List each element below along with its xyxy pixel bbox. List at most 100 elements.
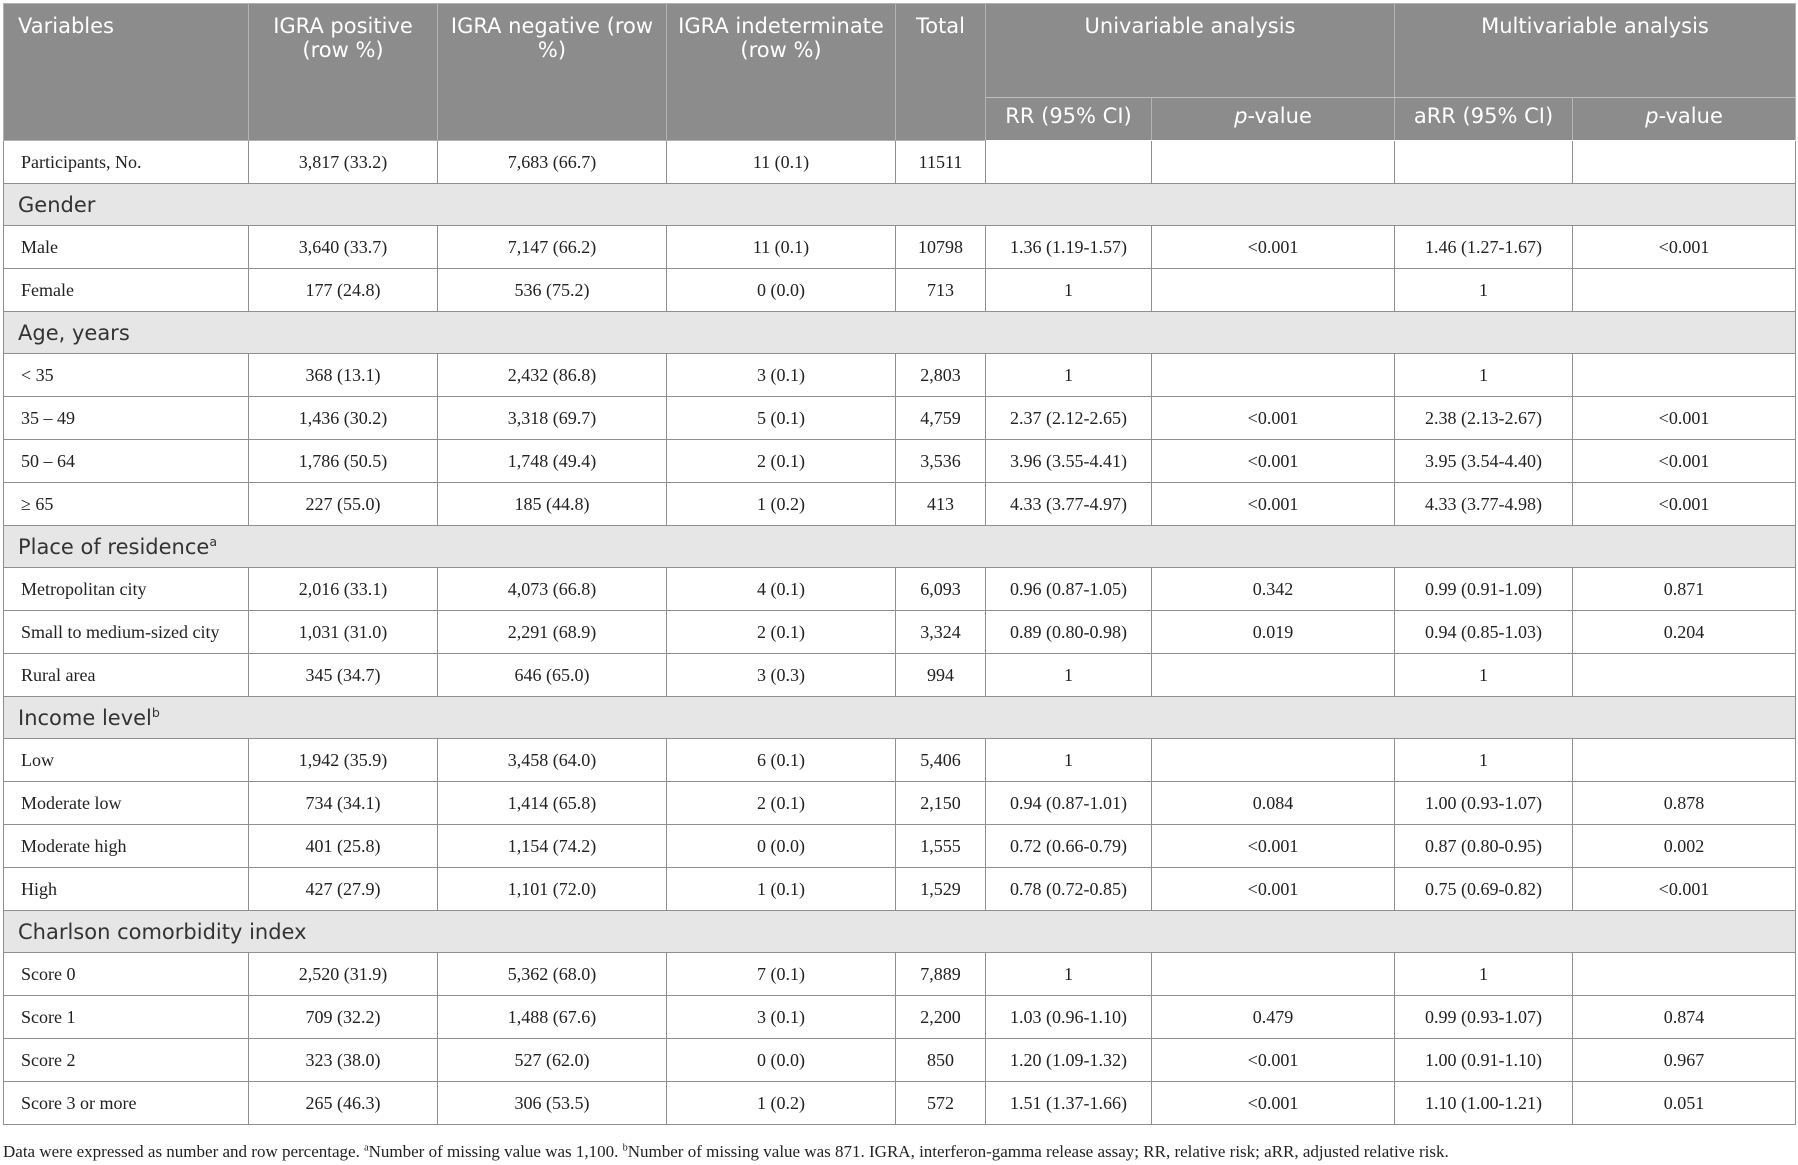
cell-igra-positive: 227 (55.0) <box>248 482 438 526</box>
section-title: Age, years <box>3 311 1796 354</box>
section-header-row: Charlson comorbidity index <box>3 910 1796 953</box>
cell-multivariable-pvalue <box>1572 738 1796 782</box>
row-label: Score 2 <box>3 1038 249 1082</box>
header-pvalue-suffix: -value <box>1247 104 1312 128</box>
cell-igra-positive: 734 (34.1) <box>248 781 438 825</box>
table-row: Score 3 or more 265 (46.3) 306 (53.5) 1 (0.… <box>3 1081 1796 1125</box>
cell-igra-indeterminate: 3 (0.1) <box>666 353 896 397</box>
cell-total: 3,324 <box>895 610 986 654</box>
table-header: Variables IGRA positive (row %) IGRA neg… <box>3 3 1796 141</box>
cell-total: 2,200 <box>895 995 986 1039</box>
row-label: Score 0 <box>3 952 249 996</box>
header-igra-positive: IGRA positive (row %) <box>248 3 438 141</box>
cell-univariable-pvalue: 0.084 <box>1151 781 1395 825</box>
cell-igra-negative: 4,073 (66.8) <box>437 567 667 611</box>
cell-igra-positive: 1,942 (35.9) <box>248 738 438 782</box>
table-body: Participants, No. 3,817 (33.2) 7,683 (66… <box>3 140 1796 1125</box>
cell-total: 413 <box>895 482 986 526</box>
cell-univariable-pvalue: 0.019 <box>1151 610 1395 654</box>
cell-igra-positive: 323 (38.0) <box>248 1038 438 1082</box>
cell-total: 572 <box>895 1081 986 1125</box>
table-row: ≥ 65 227 (55.0) 185 (44.8) 1 (0.2) 413 4.33 (… <box>3 482 1796 526</box>
cell-multivariable-pvalue <box>1572 952 1796 996</box>
header-rr: RR (95% CI) <box>985 97 1152 141</box>
footnote-text-3: Number of missing value was 871. IGRA, i… <box>627 1142 1449 1161</box>
cell-arr-ci: 3.95 (3.54-4.40) <box>1394 439 1573 483</box>
table-row: Score 2 323 (38.0) 527 (62.0) 0 (0.0) 850 1.2… <box>3 1038 1796 1082</box>
row-label: Low <box>3 738 249 782</box>
header-igra-negative: IGRA negative (row %) <box>437 3 667 141</box>
header-igra-indeterminate: IGRA indeterminate (row %) <box>666 3 896 141</box>
cell-igra-negative: 3,318 (69.7) <box>437 396 667 440</box>
cell-igra-positive: 401 (25.8) <box>248 824 438 868</box>
section-title: Gender <box>3 183 1796 226</box>
section-title: Place of residencea <box>3 525 1796 568</box>
cell-igra-negative: 5,362 (68.0) <box>437 952 667 996</box>
participants-negative: 7,683 (66.7) <box>437 140 667 184</box>
cell-arr-ci: 0.75 (0.69-0.82) <box>1394 867 1573 911</box>
section-title: Charlson comorbidity index <box>3 910 1796 953</box>
cell-arr-ci: 1 <box>1394 952 1573 996</box>
row-label: Score 3 or more <box>3 1081 249 1125</box>
cell-rr-ci: 4.33 (3.77-4.97) <box>985 482 1152 526</box>
cell-total: 2,803 <box>895 353 986 397</box>
cell-rr-ci: 0.72 (0.66-0.79) <box>985 824 1152 868</box>
table-container: Variables IGRA positive (row %) IGRA neg… <box>3 3 1796 1125</box>
header-univariable: Univariable analysis <box>985 3 1395 98</box>
participants-total: 11511 <box>895 140 986 184</box>
cell-igra-indeterminate: 1 (0.1) <box>666 867 896 911</box>
cell-igra-indeterminate: 3 (0.3) <box>666 653 896 697</box>
table-row: Rural area 345 (34.7) 646 (65.0) 3 (0.3) 994… <box>3 653 1796 697</box>
cell-igra-positive: 427 (27.9) <box>248 867 438 911</box>
cell-multivariable-pvalue: 0.871 <box>1572 567 1796 611</box>
cell-rr-ci: 1 <box>985 952 1152 996</box>
cell-multivariable-pvalue <box>1572 653 1796 697</box>
cell-total: 1,529 <box>895 867 986 911</box>
section-title-text: Charlson comorbidity index <box>18 919 307 944</box>
participants-indeterminate: 11 (0.1) <box>666 140 896 184</box>
cell-igra-indeterminate: 11 (0.1) <box>666 225 896 269</box>
header-pvalue-suffix: -value <box>1658 104 1723 128</box>
cell-univariable-pvalue: <0.001 <box>1151 439 1395 483</box>
cell-rr-ci: 0.94 (0.87-1.01) <box>985 781 1152 825</box>
cell-arr-ci: 1 <box>1394 738 1573 782</box>
header-pvalue-multivariable: p-value <box>1572 97 1796 141</box>
row-label: Female <box>3 268 249 312</box>
cell-univariable-pvalue: <0.001 <box>1151 824 1395 868</box>
cell-multivariable-pvalue: <0.001 <box>1572 482 1796 526</box>
table-row: < 35 368 (13.1) 2,432 (86.8) 3 (0.1) 2,803 1 1 <box>3 353 1796 397</box>
cell-total: 850 <box>895 1038 986 1082</box>
cell-igra-negative: 1,748 (49.4) <box>437 439 667 483</box>
table-row: Moderate low 734 (34.1) 1,414 (65.8) 2 (0.1… <box>3 781 1796 825</box>
cell-rr-ci: 1.03 (0.96-1.10) <box>985 995 1152 1039</box>
section-header-row: Income levelb <box>3 696 1796 739</box>
cell-univariable-pvalue <box>1151 653 1395 697</box>
cell-arr-ci: 2.38 (2.13-2.67) <box>1394 396 1573 440</box>
section-title-text: Income level <box>18 705 152 730</box>
empty-cell <box>1151 140 1395 184</box>
header-pvalue-univariable: p-value <box>1151 97 1395 141</box>
cell-igra-negative: 185 (44.8) <box>437 482 667 526</box>
cell-rr-ci: 1 <box>985 738 1152 782</box>
cell-igra-negative: 1,488 (67.6) <box>437 995 667 1039</box>
table-footnote: Data were expressed as number and row pe… <box>3 1142 1795 1162</box>
empty-cell <box>1394 140 1573 184</box>
cell-rr-ci: 2.37 (2.12-2.65) <box>985 396 1152 440</box>
cell-total: 6,093 <box>895 567 986 611</box>
cell-igra-indeterminate: 0 (0.0) <box>666 268 896 312</box>
footnote-text-2: Number of missing value was 1,100. <box>368 1142 623 1161</box>
cell-univariable-pvalue <box>1151 268 1395 312</box>
cell-igra-negative: 2,291 (68.9) <box>437 610 667 654</box>
cell-igra-indeterminate: 5 (0.1) <box>666 396 896 440</box>
cell-igra-indeterminate: 0 (0.0) <box>666 824 896 868</box>
cell-arr-ci: 1 <box>1394 653 1573 697</box>
cell-arr-ci: 0.94 (0.85-1.03) <box>1394 610 1573 654</box>
cell-multivariable-pvalue: 0.967 <box>1572 1038 1796 1082</box>
cell-total: 2,150 <box>895 781 986 825</box>
cell-igra-negative: 1,154 (74.2) <box>437 824 667 868</box>
cell-univariable-pvalue: <0.001 <box>1151 1081 1395 1125</box>
cell-rr-ci: 0.96 (0.87-1.05) <box>985 567 1152 611</box>
section-title: Income levelb <box>3 696 1796 739</box>
cell-rr-ci: 1.20 (1.09-1.32) <box>985 1038 1152 1082</box>
cell-igra-indeterminate: 6 (0.1) <box>666 738 896 782</box>
